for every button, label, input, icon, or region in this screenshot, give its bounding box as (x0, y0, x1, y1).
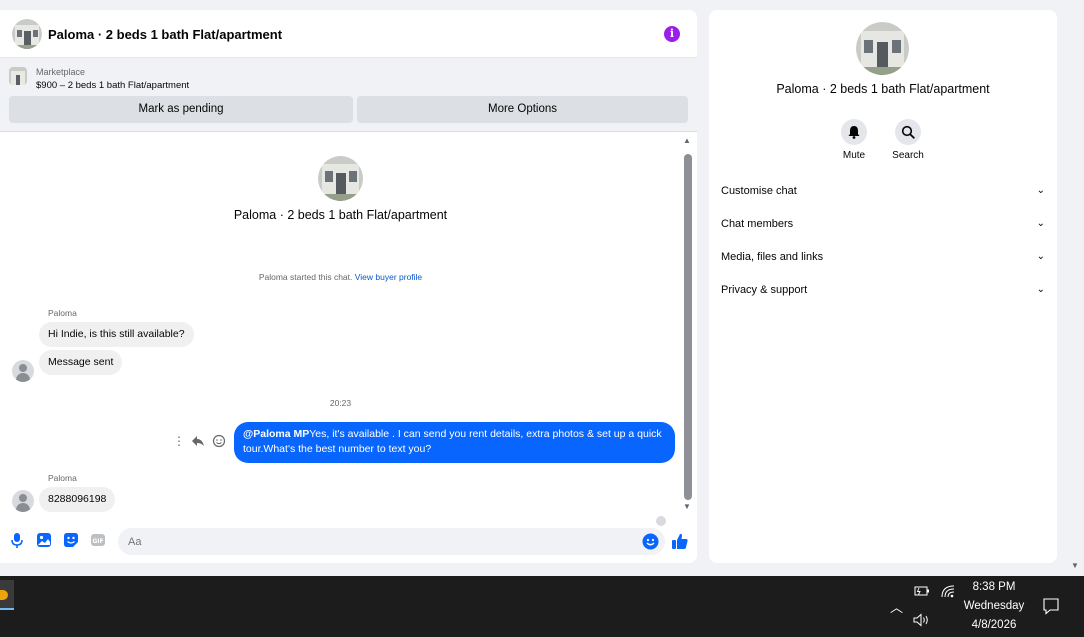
gif-icon[interactable]: GIF (90, 532, 106, 548)
clock-day: Wednesday (963, 600, 1025, 612)
mark-as-pending-button[interactable]: Mark as pending (9, 96, 353, 123)
chevron-down-icon: ⌄ (1036, 284, 1045, 295)
sender-name: Paloma (48, 473, 77, 483)
notification-center-icon[interactable] (1042, 597, 1060, 615)
section-media-files-links[interactable]: Media, files and links ⌄ (721, 251, 1045, 271)
message-input[interactable] (118, 528, 665, 555)
chat-started-text: Paloma started this chat. (258, 272, 353, 282)
wifi-icon[interactable] (940, 584, 956, 598)
section-label: Privacy & support (721, 284, 808, 296)
section-label: Media, files and links (721, 251, 824, 263)
listing-thumbnail[interactable] (9, 67, 27, 85)
emoji-icon[interactable] (642, 533, 659, 550)
marketplace-kicker: Marketplace (36, 67, 86, 77)
search-button[interactable] (895, 119, 921, 145)
scroll-up-arrow[interactable]: ▲ (683, 136, 691, 145)
clock-date: 4/8/2026 (971, 619, 1017, 631)
message-thread[interactable]: ▲ ▼ Paloma · 2 beds 1 bath Flat/apartmen… (0, 132, 697, 526)
microphone-icon[interactable] (9, 532, 25, 548)
chat-panel: Paloma · 2 beds 1 bath Flat/apartment i … (0, 10, 697, 563)
chevron-down-icon: ⌄ (1036, 185, 1045, 196)
mention[interactable]: @Paloma MP (243, 428, 309, 440)
message-bubble-incoming[interactable]: Hi Indie, is this still available? (39, 322, 194, 347)
svg-text:GIF: GIF (92, 538, 103, 545)
search-label: Search (892, 150, 924, 161)
thumbs-up-icon[interactable] (671, 532, 689, 550)
chat-header: Paloma · 2 beds 1 bath Flat/apartment i (0, 10, 697, 58)
info-icon[interactable]: i (664, 26, 680, 42)
listing-avatar[interactable] (12, 19, 42, 49)
section-chat-members[interactable]: Chat members ⌄ (721, 218, 1045, 238)
section-customise-chat[interactable]: Customise chat ⌄ (721, 185, 1045, 205)
photo-icon[interactable] (36, 532, 52, 548)
sender-name: Paloma (48, 308, 77, 318)
listing-price-title[interactable]: $900 – 2 beds 1 bath Flat/apartment (36, 80, 189, 91)
sender-avatar[interactable] (12, 490, 34, 512)
page-scroll-down-arrow[interactable]: ▼ (1071, 561, 1079, 570)
system-clock[interactable]: 8:38 PM Wednesday 4/8/2026 (958, 578, 1030, 635)
chat-started-notice: Paloma started this chat. View buyer pro… (0, 272, 681, 282)
info-profile-name: Paloma · 2 beds 1 bath Flat/apartment (776, 82, 990, 96)
clock-time: 8:38 PM (972, 581, 1016, 593)
chevron-down-icon: ⌄ (1036, 251, 1045, 262)
message-bubble-outgoing[interactable]: @Paloma MPYes, it's available . I can se… (234, 422, 675, 463)
conversation-info-panel: Paloma · 2 beds 1 bath Flat/apartment Mu… (709, 10, 1057, 563)
section-privacy-support[interactable]: Privacy & support ⌄ (721, 284, 1045, 304)
battery-icon[interactable] (914, 585, 930, 597)
volume-icon[interactable] (913, 613, 931, 627)
scroll-down-arrow[interactable]: ▼ (683, 502, 691, 511)
thread-profile-avatar[interactable] (318, 156, 363, 201)
composer: GIF (0, 522, 697, 562)
thread-profile-name: Paloma · 2 beds 1 bath Flat/apartment (233, 208, 448, 222)
message-bubble-incoming[interactable]: Message sent (39, 350, 123, 375)
scrollbar-thumb[interactable] (684, 154, 692, 500)
windows-taskbar: ︿ 8:38 PM Wednesday 4/8/2026 (0, 576, 1084, 637)
message-timestamp: 20:23 (329, 398, 352, 408)
chevron-down-icon: ⌄ (1036, 218, 1045, 229)
more-options-button[interactable]: More Options (357, 96, 688, 123)
section-label: Customise chat (721, 185, 797, 197)
sender-avatar[interactable] (12, 360, 34, 382)
sticker-icon[interactable] (63, 532, 79, 548)
message-bubble-incoming[interactable]: 8288096198 (39, 487, 116, 512)
search-icon (901, 125, 915, 139)
react-icon[interactable] (212, 434, 226, 451)
mute-button[interactable] (841, 119, 867, 145)
marketplace-banner: Marketplace $900 – 2 beds 1 bath Flat/ap… (0, 58, 697, 132)
info-profile-avatar[interactable] (856, 22, 909, 75)
more-options-icon[interactable]: ⋮ (172, 434, 186, 448)
reply-icon[interactable] (191, 434, 205, 451)
section-label: Chat members (721, 218, 794, 230)
mute-label: Mute (842, 150, 866, 161)
taskbar-app-icon[interactable] (0, 580, 14, 610)
chevron-up-icon[interactable]: ︿ (890, 597, 903, 616)
view-buyer-profile-link[interactable]: View buyer profile (355, 272, 422, 282)
chat-title[interactable]: Paloma · 2 beds 1 bath Flat/apartment (48, 27, 282, 42)
bell-icon (848, 126, 860, 139)
